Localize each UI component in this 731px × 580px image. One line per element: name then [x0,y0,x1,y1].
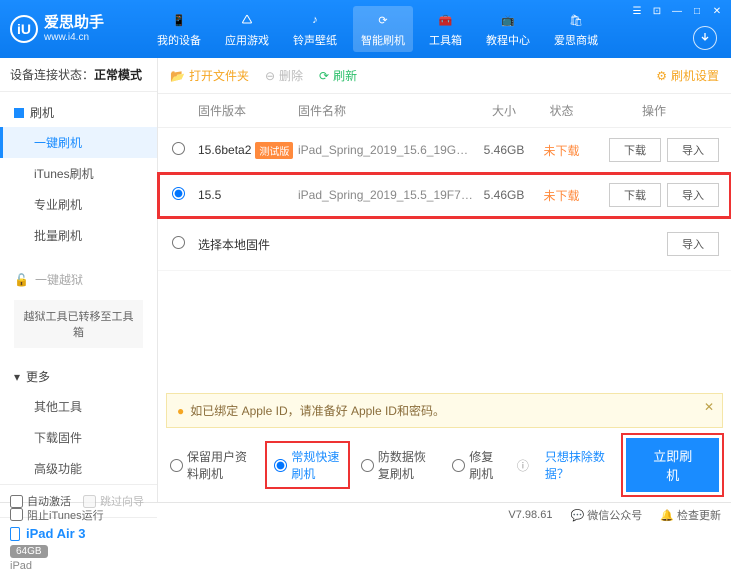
download-button[interactable]: 下载 [609,183,661,207]
import-button[interactable]: 导入 [667,138,719,162]
nav-item-4[interactable]: 🧰工具箱 [421,6,470,52]
sidebar-group-flash[interactable]: 刷机 [0,98,157,127]
download-manager-icon[interactable] [693,26,717,50]
firmware-radio[interactable] [172,187,185,200]
check-update-link[interactable]: 🔔 检查更新 [660,507,721,523]
apple-id-warning: ● 如已绑定 Apple ID，请准备好 Apple ID和密码。 ✕ [166,393,723,428]
warning-icon: ● [177,404,184,418]
menu-icon[interactable]: ☰ [629,4,645,18]
version-label: V7.98.61 [508,509,552,521]
beta-badge: 测试版 [255,142,293,159]
flash-now-button[interactable]: 立即刷机 [626,438,719,492]
flash-mode-0[interactable]: 保留用户资料刷机 [170,448,254,482]
delete-button[interactable]: ⊖删除 [265,67,303,84]
flash-mode-3[interactable]: 修复刷机 [452,448,501,482]
sidebar-item-more-1[interactable]: 下载固件 [0,422,157,453]
logo-icon: iU [10,15,38,43]
main-nav: 📱我的设备🛆应用游戏♪铃声壁纸⟳智能刷机🧰工具箱📺教程中心🛍爱思商城 [149,6,606,52]
gear-icon: ⚙ [656,69,667,83]
folder-icon: 📂 [170,69,185,83]
firmware-row[interactable]: 15.6beta2测试版iPad_Spring_2019_15.6_19G503… [158,128,731,173]
info-icon[interactable]: ⓘ [517,457,529,474]
title-bar: iU 爱思助手 www.i4.cn 📱我的设备🛆应用游戏♪铃声壁纸⟳智能刷机🧰工… [0,0,731,58]
firmware-row[interactable]: 15.5iPad_Spring_2019_15.5_19F77_Restore.… [158,173,731,218]
device-info[interactable]: iPad Air 3 64GB iPad [0,517,157,580]
nav-item-0[interactable]: 📱我的设备 [149,6,209,52]
sidebar-item-flash-1[interactable]: iTunes刷机 [0,158,157,189]
sidebar-item-flash-3[interactable]: 批量刷机 [0,220,157,251]
chevron-down-icon: ▾ [14,370,20,384]
nav-icon: 🧰 [436,10,456,30]
flash-mode-1[interactable]: 常规快速刷机 [270,446,344,484]
nav-icon: 🛆 [237,10,257,30]
app-name: 爱思助手 [44,15,104,32]
wechat-link[interactable]: 💬 微信公众号 [570,507,642,523]
nav-item-3[interactable]: ⟳智能刷机 [353,6,413,52]
sidebar-group-more[interactable]: ▾ 更多 [0,362,157,391]
table-header: 固件版本 固件名称 大小 状态 操作 [158,94,731,128]
firmware-filename: iPad_Spring_2019_15.5_19F77_Restore.ipsw [298,188,474,202]
sidebar-item-more-0[interactable]: 其他工具 [0,391,157,422]
flash-mode-2[interactable]: 防数据恢复刷机 [361,448,436,482]
firmware-rows: 15.6beta2测试版iPad_Spring_2019_15.6_19G503… [158,128,731,218]
window-controls: ☰ ⊡ — □ ✕ [629,4,725,18]
square-icon [14,108,24,118]
status-text: 未下载 [534,187,589,204]
delete-icon: ⊖ [265,69,275,83]
import-local-button[interactable]: 导入 [667,232,719,256]
firmware-radio[interactable] [172,142,185,155]
nav-item-6[interactable]: 🛍爱思商城 [546,6,606,52]
nav-icon: 📺 [498,10,518,30]
sidebar-item-more-2[interactable]: 高级功能 [0,453,157,484]
block-itunes-checkbox[interactable]: 阻止iTunes运行 [10,507,104,523]
sidebar: 设备连接状态：正常模式 刷机 一键刷机iTunes刷机专业刷机批量刷机 🔓 一键… [0,58,158,502]
sidebar-item-flash-2[interactable]: 专业刷机 [0,189,157,220]
refresh-button[interactable]: ⟳刷新 [319,67,357,84]
import-button[interactable]: 导入 [667,183,719,207]
device-icon [10,527,20,541]
sidebar-group-jailbreak[interactable]: 🔓 一键越狱 [0,265,157,294]
firmware-filename: iPad_Spring_2019_15.6_19G5037d_Restore.i… [298,143,474,157]
status-text: 未下载 [534,142,589,159]
update-icon: 🔔 [660,510,674,522]
jailbreak-moved-note[interactable]: 越狱工具已转移至工具箱 [14,300,143,348]
sidebar-item-flash-0[interactable]: 一键刷机 [0,127,157,158]
connection-status: 设备连接状态：正常模式 [0,58,157,92]
toolbar: 📂打开文件夹 ⊖删除 ⟳刷新 ⚙刷机设置 [158,58,731,94]
nav-item-1[interactable]: 🛆应用游戏 [217,6,277,52]
local-firmware-radio[interactable] [172,236,185,249]
nav-item-2[interactable]: ♪铃声壁纸 [285,6,345,52]
app-logo: iU 爱思助手 www.i4.cn [10,15,104,43]
nav-icon: 🛍 [566,10,586,30]
flash-mode-row: 保留用户资料刷机常规快速刷机防数据恢复刷机修复刷机 ⓘ 只想抹除数据？ 立即刷机 [158,428,731,502]
select-local-firmware-row[interactable]: 选择本地固件 导入 [158,218,731,271]
flash-settings-button[interactable]: ⚙刷机设置 [656,67,719,84]
download-button[interactable]: 下载 [609,138,661,162]
nav-icon: ♪ [305,10,325,30]
wechat-icon: 💬 [570,510,584,522]
nav-icon: 📱 [169,10,189,30]
nav-item-5[interactable]: 📺教程中心 [478,6,538,52]
erase-only-link[interactable]: 只想抹除数据？ [545,448,611,482]
close-icon[interactable]: ✕ [709,4,725,18]
lock-icon[interactable]: ⊡ [649,4,665,18]
maximize-icon[interactable]: □ [689,4,705,18]
main-panel: 📂打开文件夹 ⊖删除 ⟳刷新 ⚙刷机设置 固件版本 固件名称 大小 状态 操作 … [158,58,731,502]
minimize-icon[interactable]: — [669,4,685,18]
refresh-icon: ⟳ [319,69,329,83]
lock-open-icon: 🔓 [14,273,29,287]
nav-icon: ⟳ [373,10,393,30]
open-folder-button[interactable]: 📂打开文件夹 [170,67,249,84]
app-url: www.i4.cn [44,32,104,43]
close-warning-icon[interactable]: ✕ [704,400,714,414]
